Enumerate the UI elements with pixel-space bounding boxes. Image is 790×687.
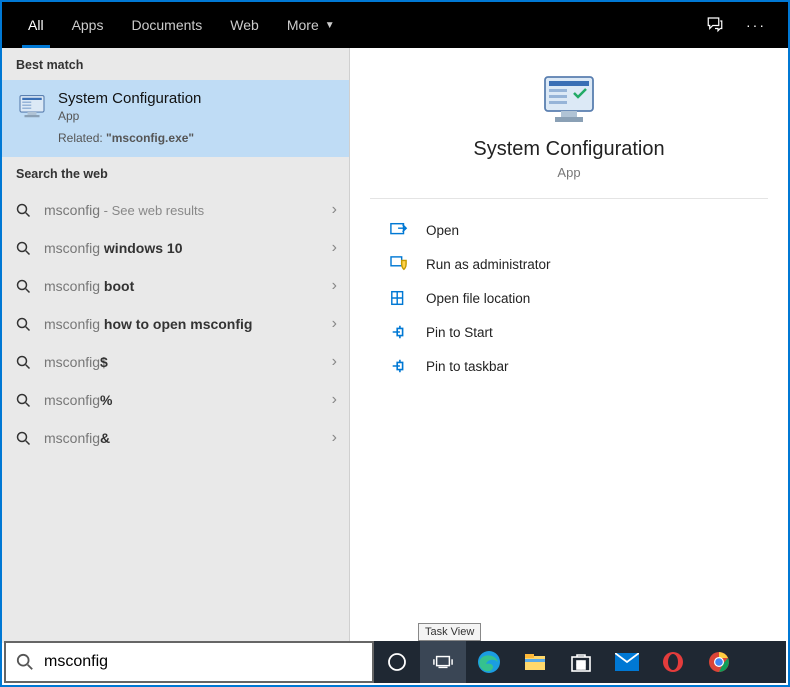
web-result-item[interactable]: msconfig$› [2,343,349,381]
chevron-down-icon: ▼ [325,20,335,31]
msconfig-icon [16,90,48,122]
detail-title: System Configuration [370,138,768,161]
results-list: Best match System Configuration App Rela… [2,48,350,643]
web-result-text: msconfig$ [44,354,332,370]
search-web-heading: Search the web [2,157,349,189]
actions-list: Open Run as administrator Open file loca… [350,199,788,383]
chevron-right-icon: › [332,391,337,409]
action-open-location[interactable]: Open file location [350,281,788,315]
edge-button[interactable] [466,641,512,683]
taskbar-search-input[interactable] [44,653,362,671]
action-pin-start-label: Pin to Start [426,325,493,340]
pin-icon [390,357,412,375]
detail-pane: System Configuration App Open Run as adm… [350,48,788,643]
web-result-text: msconfig& [44,430,332,446]
action-pin-taskbar-label: Pin to taskbar [426,359,509,374]
web-result-text: msconfig how to open msconfig [44,316,332,332]
web-result-item[interactable]: msconfig windows 10› [2,229,349,267]
web-result-item[interactable]: msconfig%› [2,381,349,419]
web-result-item[interactable]: msconfig - See web results› [2,191,349,229]
results-area: Best match System Configuration App Rela… [2,48,788,643]
action-open[interactable]: Open [350,213,788,247]
detail-app-icon [539,72,599,128]
chevron-right-icon: › [332,277,337,295]
mail-button[interactable] [604,641,650,683]
tab-all[interactable]: All [14,2,58,48]
web-result-item[interactable]: msconfig&› [2,419,349,457]
task-view-tooltip: Task View [418,623,481,641]
detail-subtitle: App [370,165,768,180]
web-results-list: msconfig - See web results›msconfig wind… [2,189,349,459]
best-match-item[interactable]: System Configuration App Related: "mscon… [2,80,349,157]
taskbar [4,641,786,683]
action-run-admin[interactable]: Run as administrator [350,247,788,281]
chevron-right-icon: › [332,353,337,371]
open-icon [390,221,412,239]
best-match-subtitle: App [58,109,337,123]
pin-icon [390,323,412,341]
tab-apps[interactable]: Apps [58,2,118,48]
tab-documents[interactable]: Documents [117,2,216,48]
search-icon [16,393,34,408]
chevron-right-icon: › [332,239,337,257]
action-pin-taskbar[interactable]: Pin to taskbar [350,349,788,383]
feedback-icon[interactable] [706,15,724,36]
chevron-right-icon: › [332,201,337,219]
action-run-admin-label: Run as administrator [426,257,551,272]
file-explorer-button[interactable] [512,641,558,683]
chrome-button[interactable] [696,641,742,683]
action-pin-start[interactable]: Pin to Start [350,315,788,349]
cortana-button[interactable] [374,641,420,683]
web-result-text: msconfig - See web results [44,202,332,218]
web-result-text: msconfig% [44,392,332,408]
folder-icon [390,289,412,307]
search-icon [16,203,34,218]
search-icon [16,279,34,294]
filter-tabs: All Apps Documents Web More ▼ [14,2,706,48]
chevron-right-icon: › [332,429,337,447]
web-result-text: msconfig windows 10 [44,240,332,256]
search-icon [16,355,34,370]
task-view-button[interactable] [420,641,466,683]
search-icon [16,431,34,446]
tab-more[interactable]: More ▼ [273,2,349,48]
tab-web[interactable]: Web [216,2,273,48]
more-options-icon[interactable]: ··· [746,17,766,33]
best-match-related: Related: "msconfig.exe" [58,131,337,145]
shield-icon [390,255,412,273]
search-filter-bar: All Apps Documents Web More ▼ ··· [2,2,788,48]
web-result-item[interactable]: msconfig how to open msconfig› [2,305,349,343]
taskbar-search[interactable] [4,641,374,683]
chevron-right-icon: › [332,315,337,333]
microsoft-store-button[interactable] [558,641,604,683]
best-match-title: System Configuration [58,90,337,107]
search-icon [16,653,34,671]
best-match-heading: Best match [2,48,349,80]
search-icon [16,241,34,256]
web-result-text: msconfig boot [44,278,332,294]
opera-button[interactable] [650,641,696,683]
tab-more-label: More [287,17,319,33]
action-open-label: Open [426,223,459,238]
search-icon [16,317,34,332]
action-open-location-label: Open file location [426,291,530,306]
web-result-item[interactable]: msconfig boot› [2,267,349,305]
